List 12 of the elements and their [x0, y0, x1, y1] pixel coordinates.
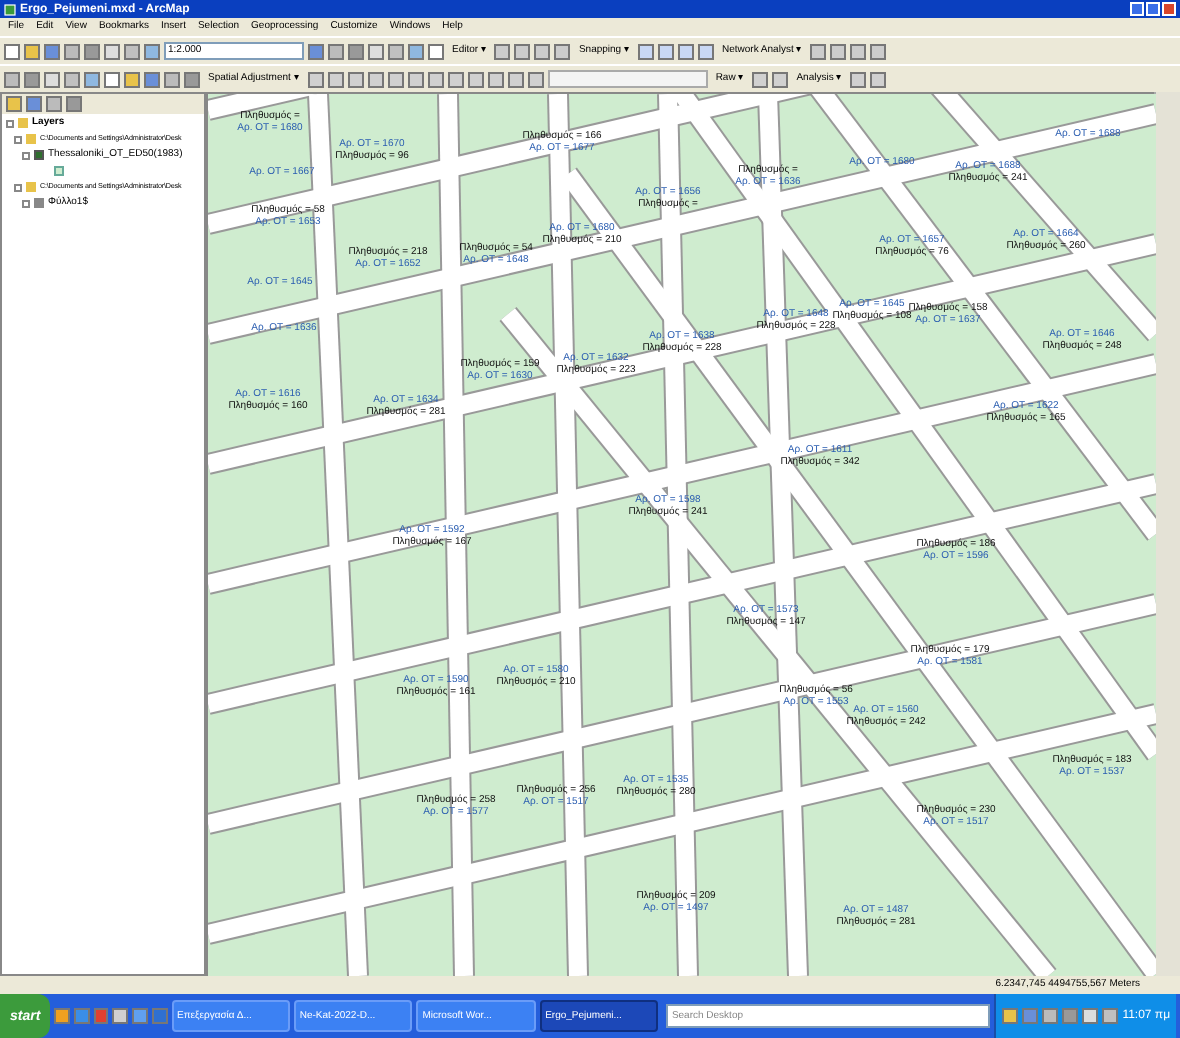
layer-checkbox[interactable] — [34, 150, 44, 160]
app-icon — [4, 3, 16, 15]
layer-dropdown[interactable] — [547, 70, 708, 88]
maximize-button[interactable] — [1146, 2, 1160, 16]
minimize-button[interactable] — [1130, 2, 1144, 16]
folder-icon — [26, 134, 36, 144]
folder-icon — [26, 182, 36, 192]
scrollbar[interactable] — [1154, 92, 1180, 976]
symbol-swatch — [54, 166, 64, 176]
root-icon — [18, 118, 28, 128]
close-button[interactable] — [1162, 2, 1176, 16]
table-icon — [34, 198, 44, 208]
